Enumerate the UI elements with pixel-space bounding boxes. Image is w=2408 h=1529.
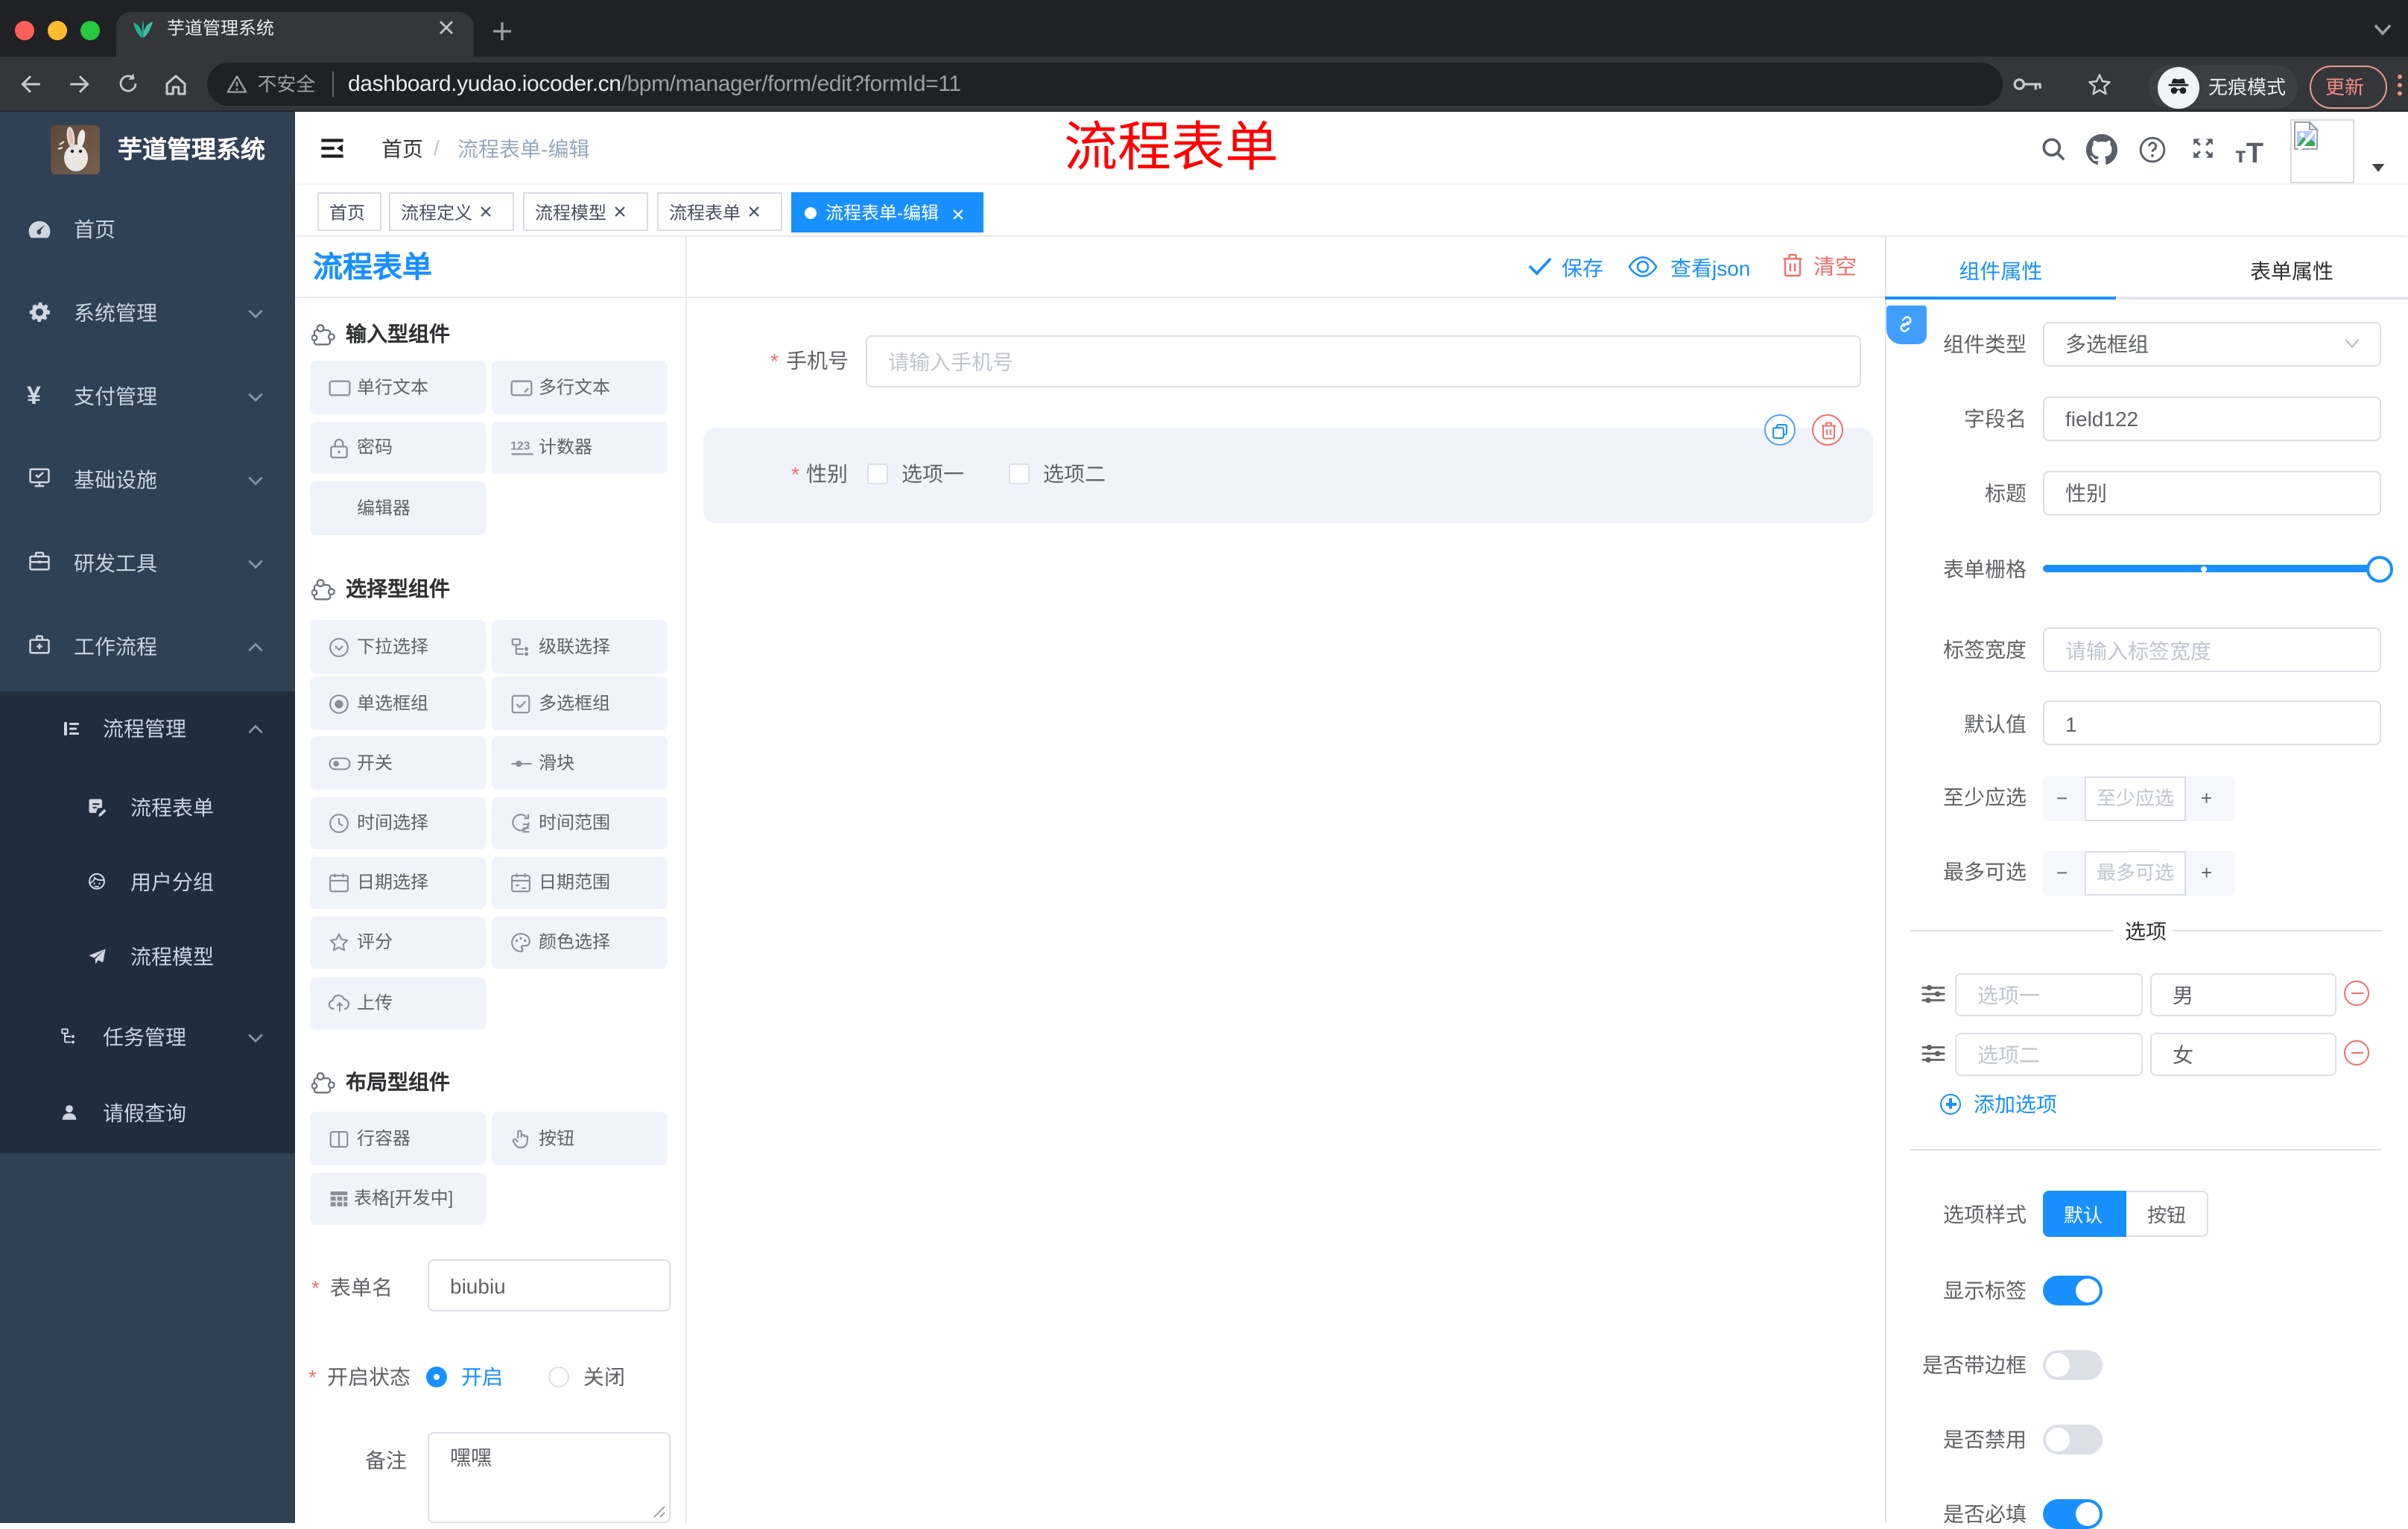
svg-text:123: 123 bbox=[510, 440, 529, 453]
